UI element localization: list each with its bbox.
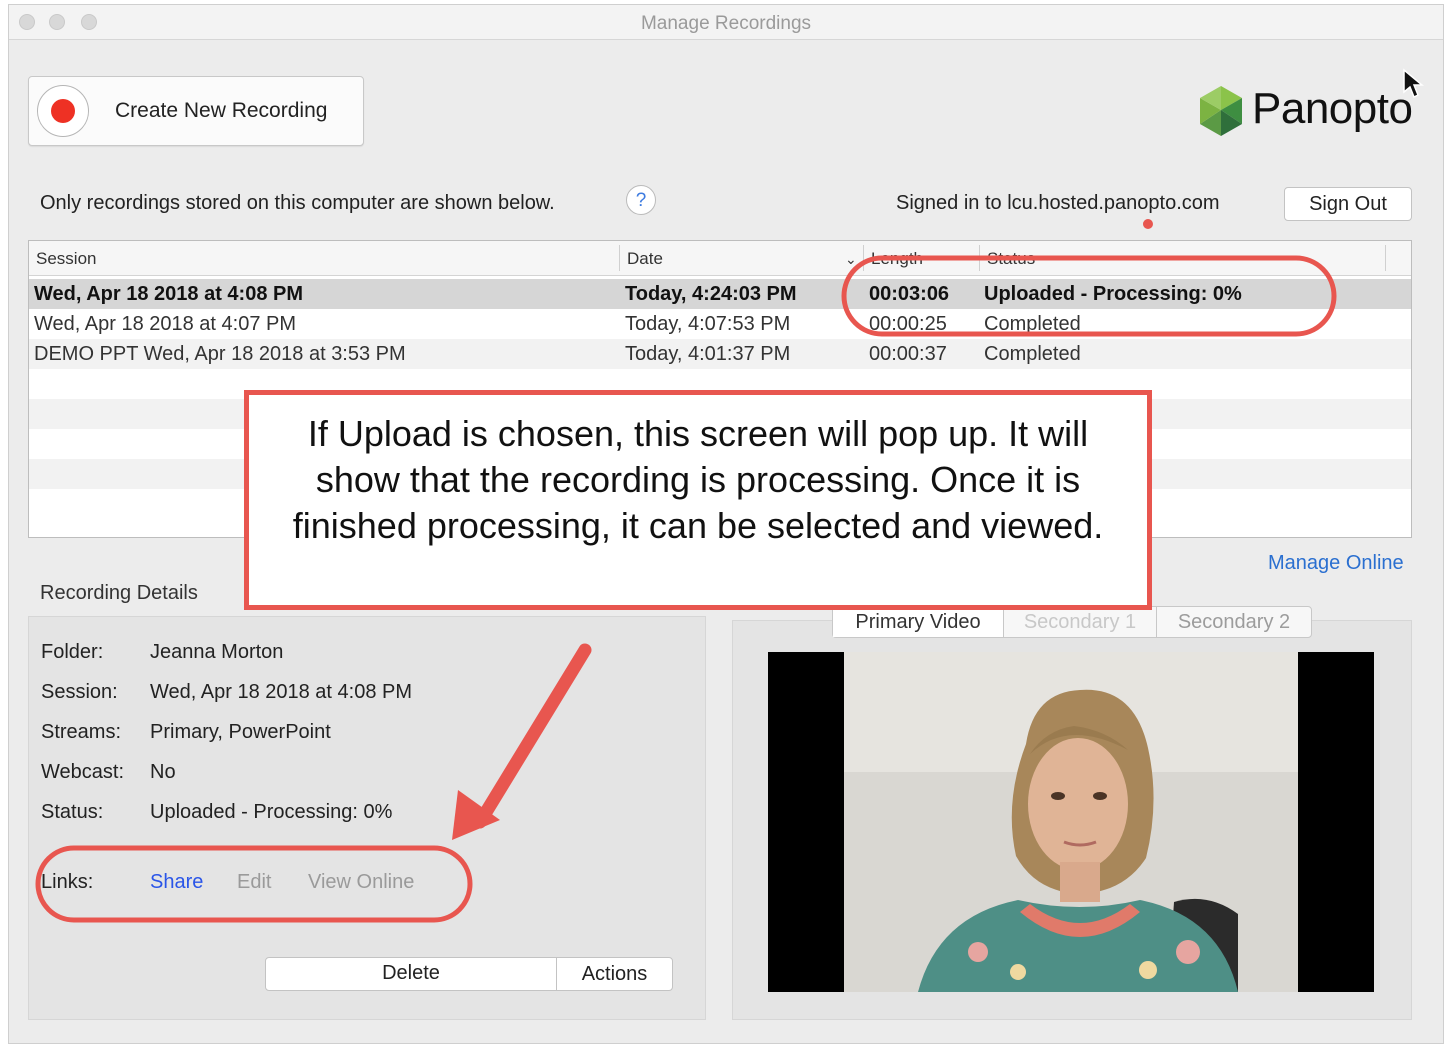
row-status: Completed	[984, 343, 1081, 365]
tab-primary-video[interactable]: Primary Video	[833, 607, 1004, 637]
preview-tabs: Primary Video Secondary 1 Secondary 2	[832, 606, 1312, 638]
row-date: Today, 4:24:03 PM	[625, 283, 797, 305]
tab-secondary-2[interactable]: Secondary 2	[1157, 607, 1311, 637]
record-icon	[37, 85, 89, 137]
view-online-link[interactable]: View Online	[308, 871, 414, 894]
share-link[interactable]: Share	[150, 871, 203, 894]
edit-link[interactable]: Edit	[237, 871, 271, 894]
panopto-logo-icon	[1200, 86, 1242, 136]
table-row[interactable]: Wed, Apr 18 2018 at 4:07 PM Today, 4:07:…	[29, 309, 1411, 339]
streams-label: Streams:	[41, 721, 122, 743]
column-header-session[interactable]: Session	[36, 249, 96, 269]
table-header: Session Date ⌄ Length Status	[29, 241, 1411, 276]
video-preview	[768, 652, 1374, 992]
window-title: Manage Recordings	[640, 13, 812, 34]
details-button-group: Delete Actions	[265, 957, 673, 991]
row-status: Uploaded - Processing: 0%	[984, 283, 1242, 305]
status-label: Status:	[41, 801, 104, 823]
folder-value: Jeanna Morton	[150, 641, 284, 663]
table-row[interactable]: Wed, Apr 18 2018 at 4:08 PM Today, 4:24:…	[29, 279, 1411, 309]
panopto-brand-name: Panopto	[1252, 84, 1413, 133]
folder-label: Folder:	[41, 641, 104, 663]
help-button[interactable]: ?	[626, 185, 656, 215]
row-date: Today, 4:07:53 PM	[625, 313, 791, 335]
row-session: DEMO PPT Wed, Apr 18 2018 at 3:53 PM	[34, 343, 406, 365]
create-new-recording-label: Create New Recording	[115, 99, 328, 122]
sort-chevron-down-icon: ⌄	[845, 251, 857, 267]
row-date: Today, 4:01:37 PM	[625, 343, 791, 365]
create-new-recording-button[interactable]: Create New Recording	[28, 76, 364, 146]
manage-online-link[interactable]: Manage Online	[1268, 552, 1404, 575]
row-length: 00:00:25	[869, 313, 947, 335]
column-header-status[interactable]: Status	[987, 249, 1035, 269]
sign-out-button[interactable]: Sign Out	[1284, 187, 1412, 221]
webcast-value: No	[150, 761, 176, 783]
mouse-cursor-icon	[1403, 68, 1424, 99]
row-length: 00:00:37	[869, 343, 947, 365]
row-session: Wed, Apr 18 2018 at 4:08 PM	[34, 283, 304, 305]
signed-in-text: Signed in to lcu.hosted.panopto.com	[896, 192, 1220, 214]
instruction-callout: If Upload is chosen, this screen will po…	[244, 390, 1152, 610]
recording-details-panel: Folder: Jeanna Morton Session: Wed, Apr …	[28, 616, 706, 1020]
delete-button[interactable]: Delete	[266, 958, 557, 990]
row-session: Wed, Apr 18 2018 at 4:07 PM	[34, 313, 297, 335]
streams-value: Primary, PowerPoint	[150, 721, 331, 743]
column-header-date[interactable]: Date	[627, 249, 663, 269]
row-length: 00:03:06	[869, 283, 950, 305]
recording-details-title: Recording Details	[40, 582, 198, 604]
column-header-length[interactable]: Length	[871, 249, 923, 269]
title-bar: Manage Recordings	[9, 5, 1443, 40]
status-value: Uploaded - Processing: 0%	[150, 801, 393, 823]
session-value: Wed, Apr 18 2018 at 4:08 PM	[150, 681, 413, 703]
links-label: Links:	[41, 871, 94, 893]
stored-recordings-note: Only recordings stored on this computer …	[40, 192, 555, 214]
actions-button[interactable]: Actions	[557, 958, 672, 990]
session-label: Session:	[41, 681, 118, 703]
tab-secondary-1[interactable]: Secondary 1	[1004, 607, 1157, 637]
webcast-label: Webcast:	[41, 761, 124, 783]
row-status: Completed	[984, 313, 1081, 335]
table-row[interactable]: DEMO PPT Wed, Apr 18 2018 at 3:53 PM Tod…	[29, 339, 1411, 369]
